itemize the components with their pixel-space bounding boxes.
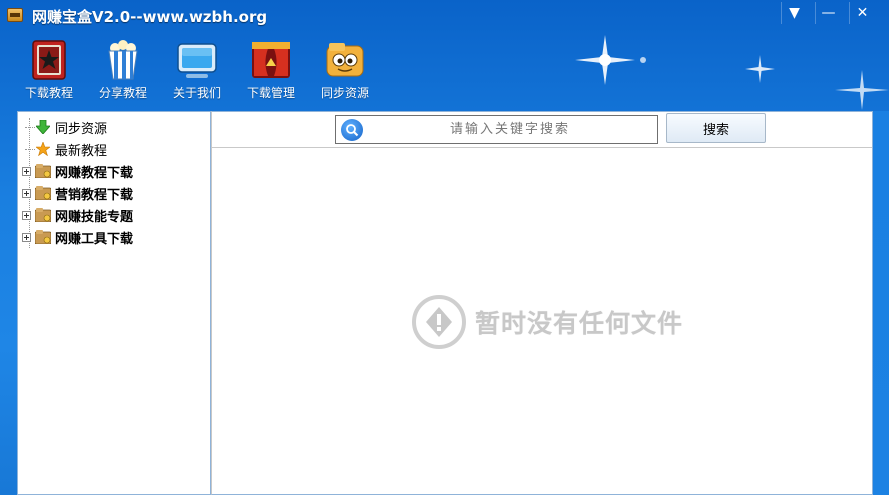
window-title: 网赚宝盒V2.0--www.wzbh.org [32, 8, 268, 26]
toolbar-sync-resources-button[interactable]: 同步资源 [308, 38, 382, 104]
main-toolbar: 下载教程 分享教程 关于我们 下载管理 同步资源 [12, 38, 382, 104]
tree-item-label: 网赚工具下载 [55, 231, 134, 247]
toolbar-about-us-button[interactable]: 关于我们 [160, 38, 234, 104]
monitor-icon [175, 38, 219, 82]
right-edge-strip [873, 111, 889, 495]
toolbar-label: 同步资源 [320, 86, 369, 100]
category-tree-panel: 同步资源 最新教程 网赚教程下载 营销教程下载 网赚技能专题 网赚工具下载 [17, 111, 211, 495]
tree-item-sync-resources[interactable]: 同步资源 [22, 116, 133, 138]
toolbar-label: 分享教程 [98, 86, 147, 100]
tree-item-earning-tutorials[interactable]: 网赚教程下载 [22, 160, 133, 182]
tree-item-label: 网赚技能专题 [55, 209, 134, 225]
content-divider [212, 147, 872, 148]
toolbar-label: 关于我们 [172, 86, 221, 100]
tree-item-label: 同步资源 [55, 121, 108, 137]
folder-icon [35, 230, 51, 244]
tree-expand-toggle[interactable] [22, 166, 31, 176]
toolbar-download-tutorials-button[interactable]: 下载教程 [12, 38, 86, 104]
tree-expand-toggle[interactable] [22, 188, 31, 198]
warning-circle-icon [412, 295, 466, 349]
smiley-folder-icon [323, 38, 367, 82]
toolbar-share-tutorials-button[interactable]: 分享教程 [86, 38, 160, 104]
sparkle-decoration-corner [835, 70, 889, 110]
minimize-button[interactable]: — [815, 2, 841, 24]
book-star-icon [27, 38, 71, 82]
tree-item-label: 营销教程下载 [55, 187, 134, 203]
tree-item-marketing-tutorials[interactable]: 营销教程下载 [22, 182, 133, 204]
toolbar-download-manager-button[interactable]: 下载管理 [234, 38, 308, 104]
search-box [335, 115, 658, 144]
search-icon[interactable] [341, 119, 363, 141]
tree-item-latest-tutorials[interactable]: 最新教程 [22, 138, 133, 160]
empty-state: 暂时没有任何文件 [411, 294, 683, 350]
stage-curtain-icon [249, 38, 293, 82]
green-down-arrow-icon [35, 119, 51, 135]
folder-icon [35, 208, 51, 222]
toolbar-label: 下载管理 [246, 86, 295, 100]
search-button[interactable]: 搜索 [666, 113, 766, 143]
folder-icon [35, 186, 51, 200]
tree-expand-toggle[interactable] [22, 210, 31, 220]
tree-item-skills-topics[interactable]: 网赚技能专题 [22, 204, 133, 226]
folder-icon [35, 164, 51, 178]
title-bar[interactable]: 网赚宝盒V2.0--www.wzbh.org ▼ — ✕ [0, 0, 889, 30]
tree-item-label: 最新教程 [55, 143, 108, 159]
empty-state-message: 暂时没有任何文件 [475, 309, 684, 338]
star-icon [35, 141, 51, 157]
menu-dropdown-button[interactable]: ▼ [781, 2, 807, 24]
sparkle-dot [640, 57, 646, 63]
app-window: 网赚宝盒V2.0--www.wzbh.org ▼ — ✕ 下载教程 分享教程 关… [0, 0, 889, 495]
tree-item-tools-download[interactable]: 网赚工具下载 [22, 226, 133, 248]
sparkle-decoration [575, 35, 635, 85]
close-button[interactable]: ✕ [849, 2, 875, 24]
tree-expand-toggle[interactable] [22, 232, 31, 242]
file-list-panel: 搜索 暂时没有任何文件 [211, 111, 873, 495]
popcorn-icon [101, 38, 145, 82]
tree-item-label: 网赚教程下载 [55, 165, 134, 181]
search-input[interactable] [370, 118, 650, 141]
sparkle-decoration-small [745, 55, 775, 83]
category-tree: 同步资源 最新教程 网赚教程下载 营销教程下载 网赚技能专题 网赚工具下载 [22, 116, 133, 248]
toolbar-label: 下载教程 [24, 86, 73, 100]
app-logo-icon [7, 8, 23, 22]
